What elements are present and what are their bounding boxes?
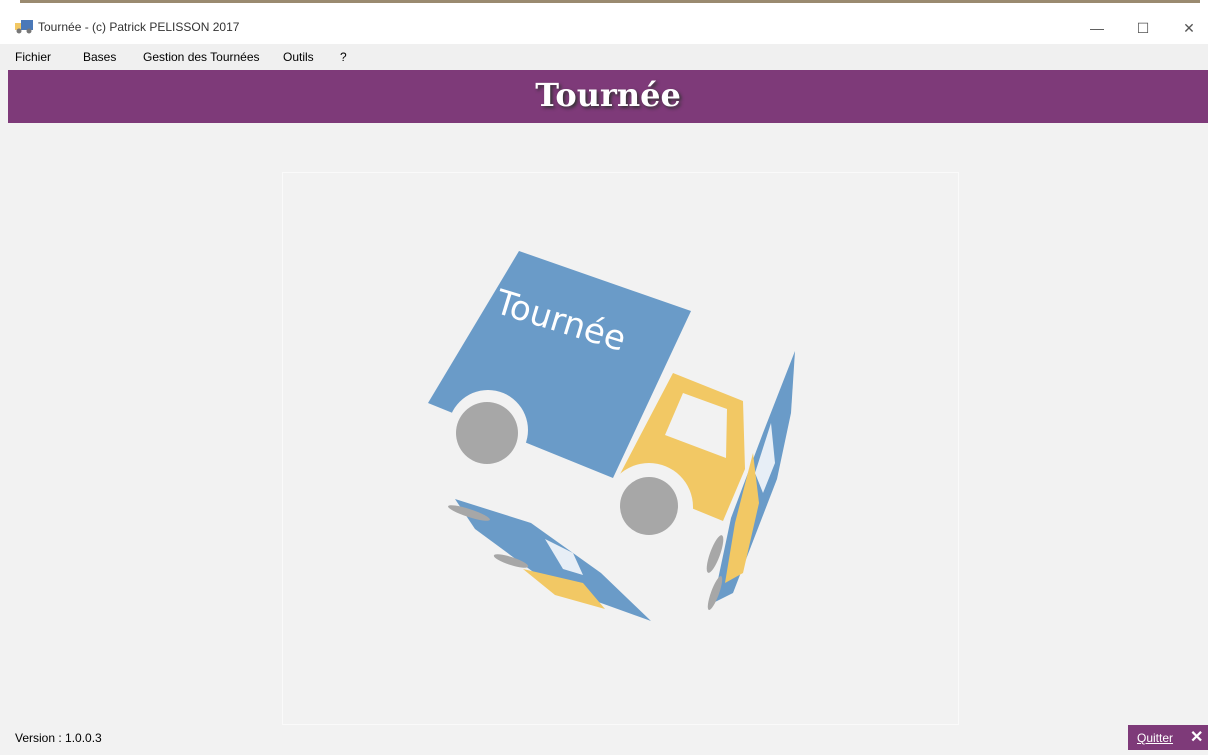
minimize-icon: — <box>1090 20 1104 36</box>
logo-image-panel: Tournée <box>282 172 959 725</box>
menu-outils[interactable]: Outils <box>283 50 314 64</box>
banner-title: Tournée <box>535 76 681 114</box>
menu-bar: Fichier Bases Gestion des Tournées Outil… <box>0 44 1208 70</box>
menu-help[interactable]: ? <box>340 50 347 64</box>
quit-label: Quitter <box>1137 731 1174 745</box>
truck-cube-logo: Tournée <box>428 251 795 621</box>
minimize-button[interactable]: — <box>1074 12 1120 44</box>
window-titlebar[interactable]: Tournée - (c) Patrick PELISSON 2017 — ☐ … <box>0 12 1208 44</box>
menu-bases[interactable]: Bases <box>83 50 116 64</box>
window-title: Tournée - (c) Patrick PELISSON 2017 <box>38 20 240 34</box>
version-label: Version : 1.0.0.3 <box>15 731 102 745</box>
maximize-icon: ☐ <box>1136 19 1150 36</box>
close-icon: ✕ <box>1190 729 1204 746</box>
close-icon: ✕ <box>1183 19 1195 36</box>
truck-app-icon <box>15 20 33 34</box>
maximize-button[interactable]: ☐ <box>1120 12 1166 44</box>
quit-button[interactable]: Quitter ✕ <box>1128 725 1208 750</box>
header-banner: Tournée <box>8 70 1208 123</box>
menu-gestion-des-tournees[interactable]: Gestion des Tournées <box>143 50 260 64</box>
front-wheel <box>620 477 678 535</box>
close-window-button[interactable]: ✕ <box>1166 12 1208 44</box>
background-strip <box>0 0 1208 12</box>
menu-fichier[interactable]: Fichier <box>15 50 51 64</box>
rear-wheel <box>456 402 518 464</box>
